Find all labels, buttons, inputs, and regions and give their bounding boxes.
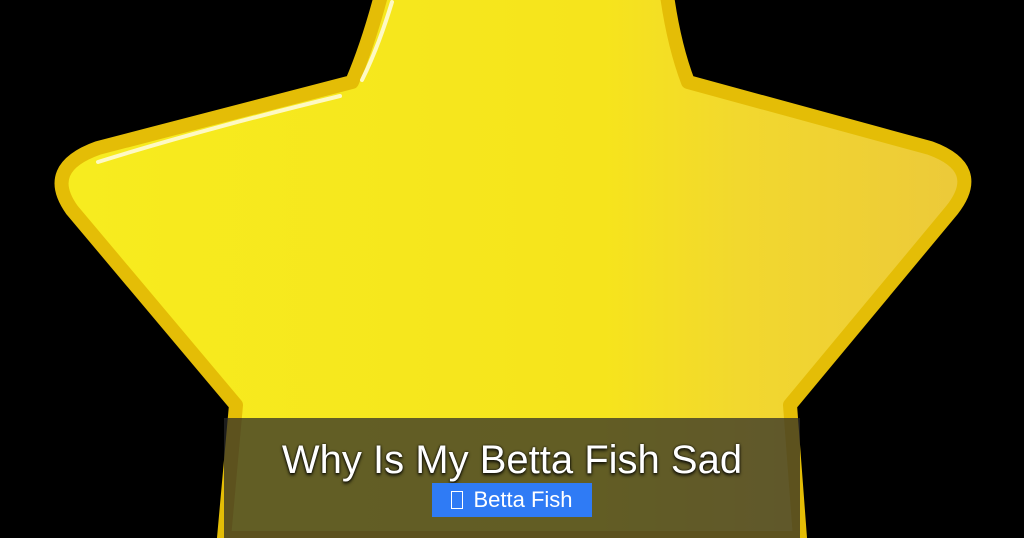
- thumbnail-image: Why Is My Betta Fish Sad Betta Fish: [0, 0, 1024, 538]
- category-badge[interactable]: Betta Fish: [432, 483, 592, 517]
- page-title: Why Is My Betta Fish Sad: [281, 438, 743, 482]
- tag-icon: [451, 491, 464, 509]
- category-label: Betta Fish: [473, 487, 573, 512]
